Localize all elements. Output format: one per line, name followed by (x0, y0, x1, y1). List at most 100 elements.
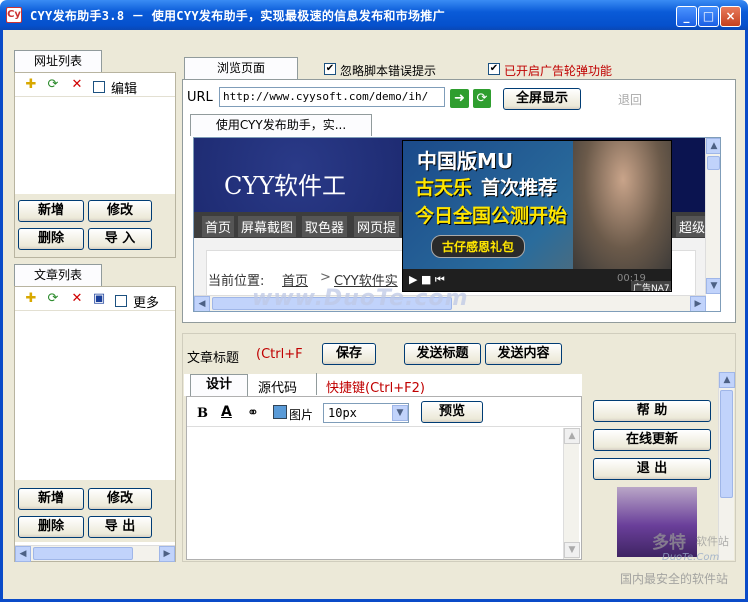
font-size-select[interactable]: 10px ▼ (323, 403, 409, 423)
ad-gift-button[interactable]: 古仔感恩礼包 (431, 235, 526, 258)
more-checkbox[interactable] (115, 295, 127, 307)
app-icon[interactable]: Cy (6, 7, 22, 23)
go-arrow-icon[interactable]: ➜ (450, 89, 469, 108)
ad-line2a: 古天乐 (415, 177, 473, 199)
preview-button[interactable]: 预览 (421, 401, 483, 423)
url-label: URL (187, 90, 213, 105)
bold-button[interactable]: B (197, 406, 208, 421)
send-title-button[interactable]: 发送标题 (404, 343, 481, 365)
delete-article-icon[interactable]: ✕ (69, 291, 85, 307)
new-article-icon[interactable]: ✚ (23, 291, 39, 307)
ignore-script-errors-label: 忽略脚本错误提示 (340, 64, 437, 78)
scroll-up-arrow[interactable]: ▲ (564, 428, 580, 444)
scroll-up-arrow[interactable]: ▲ (719, 372, 735, 388)
nav-item[interactable]: 取色器 (302, 216, 348, 237)
watermark-brand-sub: 软件站 (696, 535, 729, 548)
web-vscrollbar[interactable]: ▲ ▼ (705, 138, 720, 294)
watermark-site: www.DuoTe.com (252, 286, 469, 311)
title-label: 文章标题 (187, 351, 240, 366)
ad-popup-checkbox[interactable]: ✔ (488, 63, 500, 75)
page-tab[interactable]: 使用CYY发布助手，实... (190, 114, 372, 136)
close-button[interactable]: × (720, 6, 741, 27)
url-input[interactable]: http://www.cyysoft.com/demo/ih/ (219, 87, 445, 107)
ad-popup[interactable]: 中国版MU 古天乐 首次推荐 今日全国公测开始 古仔感恩礼包 ▶ ■ ⏮ 00:… (402, 140, 672, 292)
ad-line2b: 首次推荐 (481, 177, 558, 199)
site-title: CYY软件工 (224, 172, 347, 200)
ad-play-icon[interactable]: ▶ ■ ⏮ (409, 273, 445, 287)
url-new-button[interactable]: 新增 (18, 200, 84, 222)
reload-icon[interactable]: ⟳ (473, 89, 491, 108)
scroll-thumb[interactable] (707, 156, 720, 170)
image-label[interactable]: 图片 (289, 406, 313, 423)
breadcrumb-sep: > (320, 270, 331, 285)
article-delete-button[interactable]: 删除 (18, 516, 84, 538)
scroll-right-arrow[interactable]: ▶ (159, 546, 175, 562)
ad-person-image (573, 141, 671, 269)
delete-icon[interactable]: ✕ (69, 77, 85, 93)
article-new-button[interactable]: 新增 (18, 488, 84, 510)
online-update-button[interactable]: 在线更新 (593, 429, 711, 451)
scroll-left-arrow[interactable]: ◀ (194, 296, 210, 311)
ad-line3: 今日全国公测开始 (415, 205, 568, 227)
edit-label: 编辑 (111, 82, 138, 97)
nav-item[interactable]: 首页 (202, 216, 235, 237)
minimize-button[interactable]: _ (676, 6, 697, 27)
shortcut-hint: 快捷键(Ctrl+F2) (326, 381, 425, 396)
url-modify-button[interactable]: 修改 (88, 200, 152, 222)
tab-divider (316, 373, 317, 395)
watermark-brand: 多特 (652, 533, 686, 553)
title-bar[interactable]: Cy CYY发布助手3.8 － 使用CYY发布助手，实现最极速的信息发布和市场推… (0, 0, 748, 30)
fullscreen-button[interactable]: 全屏显示 (503, 88, 581, 110)
tab-design[interactable]: 设计 (190, 374, 248, 396)
maximize-button[interactable]: □ (698, 6, 719, 27)
tab-article-list[interactable]: 文章列表 (14, 264, 102, 286)
new-doc-icon[interactable]: ✚ (23, 77, 39, 93)
tab-source[interactable]: 源代码 (258, 377, 297, 396)
nav-item[interactable]: 屏幕截图 (238, 216, 297, 237)
nav-item[interactable]: 超级 (676, 216, 709, 237)
url-delete-button[interactable]: 删除 (18, 228, 84, 250)
editor-body: B A ⚭ 图片 10px ▼ 预览 ▲ ▼ (186, 396, 582, 560)
scroll-thumb[interactable] (33, 547, 133, 560)
image-icon[interactable] (273, 405, 287, 419)
article-list-hscrollbar[interactable]: ◀ ▶ (15, 545, 175, 562)
tab-url-list[interactable]: 网址列表 (14, 50, 102, 72)
refresh-articles-icon[interactable]: ⟳ (45, 291, 61, 307)
editor-outer-vscrollbar[interactable]: ▲ (718, 372, 735, 560)
save-disk-icon[interactable]: ▣ (91, 291, 107, 307)
title-shortcut: (Ctrl+F (256, 347, 302, 362)
content-editor[interactable] (189, 429, 561, 557)
scroll-left-arrow[interactable]: ◀ (15, 546, 31, 562)
editor-vscrollbar[interactable]: ▲ ▼ (563, 428, 580, 559)
ad-corner-label: 广告NA7.CC (631, 281, 671, 291)
ad-line1: 中国版MU (417, 149, 514, 173)
url-list[interactable] (15, 98, 175, 194)
font-color-button[interactable]: A (221, 404, 232, 420)
url-import-button[interactable]: 导 入 (88, 228, 152, 250)
window-title: CYY发布助手3.8 － 使用CYY发布助手，实现最极速的信息发布和市场推广 (30, 9, 445, 23)
link-icon[interactable]: ⚭ (247, 405, 259, 421)
save-button[interactable]: 保存 (322, 343, 376, 365)
article-export-button[interactable]: 导 出 (88, 516, 152, 538)
chevron-down-icon[interactable]: ▼ (392, 405, 408, 421)
article-list[interactable] (15, 312, 175, 480)
scroll-down-arrow[interactable]: ▼ (564, 542, 580, 558)
exit-button[interactable]: 退 出 (593, 458, 711, 480)
send-content-button[interactable]: 发送内容 (485, 343, 562, 365)
ad-popup-label: 已开启广告轮弹功能 (504, 64, 613, 78)
help-button[interactable]: 帮 助 (593, 400, 711, 422)
article-modify-button[interactable]: 修改 (88, 488, 152, 510)
scroll-down-arrow[interactable]: ▼ (706, 278, 720, 294)
more-label: 更多 (133, 296, 160, 311)
refresh-icon[interactable]: ⟳ (45, 77, 61, 93)
watermark-slogan: 国内最安全的软件站 (620, 572, 729, 586)
tab-browse-page[interactable]: 浏览页面 (184, 57, 298, 79)
scroll-up-arrow[interactable]: ▲ (706, 138, 720, 154)
ignore-script-errors-checkbox[interactable]: ✔ (324, 63, 336, 75)
scroll-right-arrow[interactable]: ▶ (690, 296, 706, 311)
back-button[interactable]: 退回 (618, 91, 642, 108)
nav-item[interactable]: 网页提 (354, 216, 400, 237)
edit-checkbox[interactable] (93, 81, 105, 93)
font-size-value: 10px (328, 406, 357, 420)
scroll-thumb[interactable] (720, 390, 733, 498)
